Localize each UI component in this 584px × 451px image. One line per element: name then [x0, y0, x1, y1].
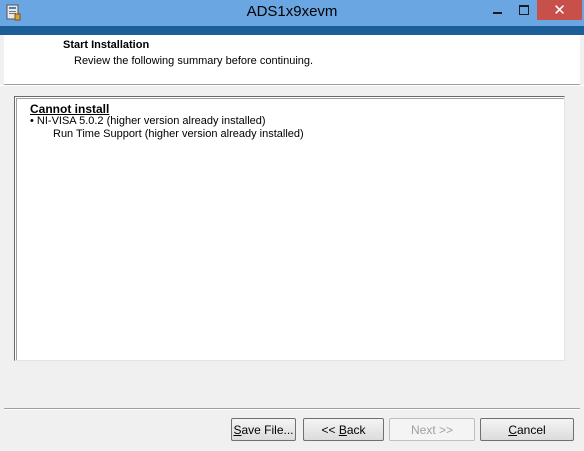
save-mnemonic: S — [233, 422, 242, 437]
title-accent-strip — [0, 26, 584, 35]
installer-window: ADS1x9xevm ✕ Start Installation Review t… — [0, 0, 584, 451]
back-arrows: << — [321, 422, 339, 437]
back-label: ack — [346, 422, 366, 437]
installer-app-icon — [6, 4, 21, 21]
next-label: Next >> — [410, 422, 454, 437]
back-mnemonic: B — [338, 422, 347, 437]
summary-heading: Cannot install — [30, 102, 110, 116]
next-button[interactable]: Next >> — [389, 418, 475, 441]
header-divider — [0, 85, 584, 86]
maximize-icon — [519, 5, 529, 15]
cancel-label: ancel — [516, 422, 546, 437]
footer-divider-highlight — [4, 409, 580, 410]
page-title: Start Installation — [63, 39, 150, 51]
maximize-button[interactable] — [511, 0, 537, 20]
save-file-button[interactable]: Save File... — [231, 418, 296, 441]
summary-content: Cannot install • NI-VISA 5.0.2 (higher v… — [16, 98, 564, 360]
minimize-button[interactable] — [484, 0, 510, 20]
cancel-mnemonic: C — [508, 422, 517, 437]
close-button[interactable]: ✕ — [537, 0, 582, 20]
summary-item: • NI-VISA 5.0.2 (higher version already … — [30, 115, 266, 127]
save-label: ave File... — [241, 422, 294, 437]
page-subtitle: Review the following summary before cont… — [74, 55, 314, 67]
back-button[interactable]: << Back — [303, 418, 384, 441]
summary-item: Run Time Support (higher version already… — [53, 128, 304, 140]
cancel-button[interactable]: Cancel — [480, 418, 574, 441]
title-bar[interactable]: ADS1x9xevm ✕ — [0, 0, 584, 26]
close-icon: ✕ — [553, 0, 566, 19]
wizard-header: Start Installation Review the following … — [4, 35, 580, 85]
minimize-icon — [492, 12, 502, 14]
summary-box[interactable]: Cannot install • NI-VISA 5.0.2 (higher v… — [14, 96, 565, 361]
